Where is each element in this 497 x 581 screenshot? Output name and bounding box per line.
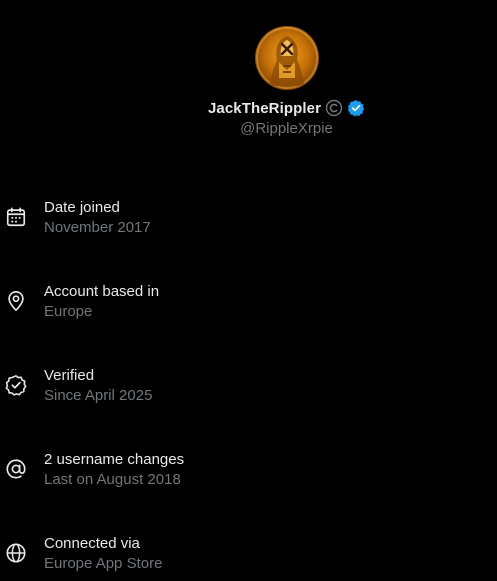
golden-figure-avatar-icon — [256, 27, 318, 89]
globe-icon — [5, 542, 27, 564]
avatar[interactable] — [255, 26, 319, 90]
info-value: Since April 2025 — [44, 387, 153, 404]
info-value: Last on August 2018 — [44, 471, 181, 488]
verified-check-icon — [5, 374, 27, 396]
name-row: JackTheRippler — [0, 97, 497, 119]
info-item-username-changes: 2 username changes Last on August 2018 — [0, 440, 497, 490]
info-item-connected-via: Connected via Europe App Store — [0, 524, 497, 574]
info-item-verified: Verified Since April 2025 — [0, 356, 497, 406]
display-name[interactable]: JackTheRippler — [208, 100, 321, 117]
info-value: Europe — [44, 303, 93, 320]
info-title: 2 username changes — [44, 451, 185, 468]
info-title: Account based in — [44, 283, 160, 300]
at-sign-icon — [5, 458, 27, 480]
profile-header: JackTheRippler @RippleXrpie — [0, 0, 497, 150]
info-value: Europe App Store — [44, 555, 163, 572]
info-item-date-joined: Date joined November 2017 — [0, 188, 497, 238]
verified-badge-icon[interactable] — [347, 99, 365, 117]
info-title: Connected via — [44, 535, 140, 552]
info-title: Date joined — [44, 199, 120, 216]
info-item-account-based-in: Account based in Europe — [0, 272, 497, 322]
affiliate-badge-icon[interactable] — [325, 99, 343, 117]
info-value: November 2017 — [44, 219, 151, 236]
info-title: Verified — [44, 367, 95, 384]
user-handle[interactable]: @RippleXrpie — [0, 120, 497, 137]
location-pin-icon — [5, 290, 27, 312]
calendar-icon — [5, 206, 27, 228]
